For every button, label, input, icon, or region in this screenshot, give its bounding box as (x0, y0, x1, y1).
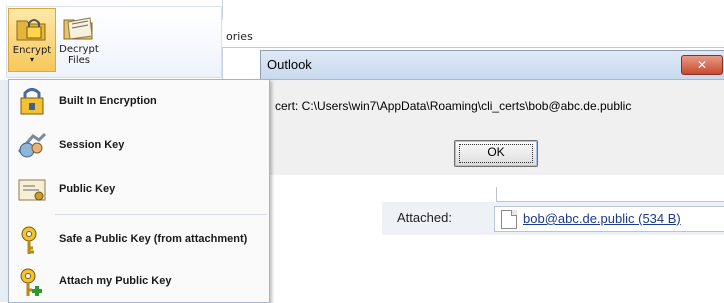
menu-separator (55, 214, 267, 215)
close-icon: ✕ (696, 58, 708, 72)
attached-label: Attached: (397, 210, 452, 225)
menu-item-public-key[interactable]: Public Key (9, 170, 269, 210)
session-key-icon (15, 130, 49, 162)
background-tab-text: ories (226, 30, 253, 43)
file-icon (501, 210, 517, 229)
background-tab-strip: ories (222, 20, 724, 48)
left-edge (0, 80, 8, 302)
chevron-down-icon: ▾ (29, 55, 34, 64)
lock-folder-icon (15, 13, 49, 43)
decrypt-label-line2: Files (68, 55, 90, 66)
attachment-box[interactable]: bob@abc.de.public (534 B) (494, 206, 724, 232)
divider (222, 47, 724, 48)
menu-item-label: Attach my Public Key (59, 275, 172, 287)
menu-item-safe-public-key[interactable]: Safe a Public Key (from attachment) (9, 220, 269, 260)
close-button[interactable]: ✕ (681, 55, 723, 75)
public-key-icon (15, 174, 49, 206)
menu-item-attach-public-key[interactable]: Attach my Public Key (9, 262, 269, 302)
menu-item-session-key[interactable]: Session Key (9, 126, 269, 166)
dialog-message: cert: C:\Users\win7\AppData\Roaming\cli_… (275, 99, 632, 113)
field-box (496, 187, 724, 202)
dialog-title: Outlook (267, 57, 312, 72)
encrypt-button[interactable]: Encrypt ▾ (8, 8, 56, 72)
encryption-icon (15, 86, 49, 118)
decrypt-files-button[interactable]: Decrypt Files (56, 8, 102, 70)
menu-item-label: Public Key (59, 183, 116, 195)
message-dialog: Outlook ✕ cert: C:\Users\win7\AppData\Ro… (260, 50, 724, 177)
menu-item-label: Safe a Public Key (from attachment) (59, 233, 248, 245)
ok-button[interactable]: OK (454, 140, 538, 167)
unlock-folder-icon (62, 12, 96, 42)
encrypt-dropdown-menu: Built In Encryption Session Key Public K… (8, 79, 270, 303)
compose-area: Attached: bob@abc.de.public (534 B) (270, 175, 724, 263)
focus-rectangle (459, 144, 533, 163)
menu-item-label: Built In Encryption (59, 95, 157, 107)
save-key-icon (15, 224, 49, 256)
attached-row: Attached: bob@abc.de.public (534 B) (382, 202, 724, 235)
ribbon: Encrypt ▾ Decrypt Files (0, 0, 223, 80)
dialog-titlebar[interactable]: Outlook ✕ (261, 51, 724, 80)
menu-item-built-in-encryption[interactable]: Built In Encryption (9, 82, 269, 122)
attachment-link[interactable]: bob@abc.de.public (534 B) (523, 211, 681, 226)
attach-key-icon (15, 266, 49, 298)
menu-item-label: Session Key (59, 139, 125, 151)
decrypt-label-line1: Decrypt (59, 44, 99, 55)
